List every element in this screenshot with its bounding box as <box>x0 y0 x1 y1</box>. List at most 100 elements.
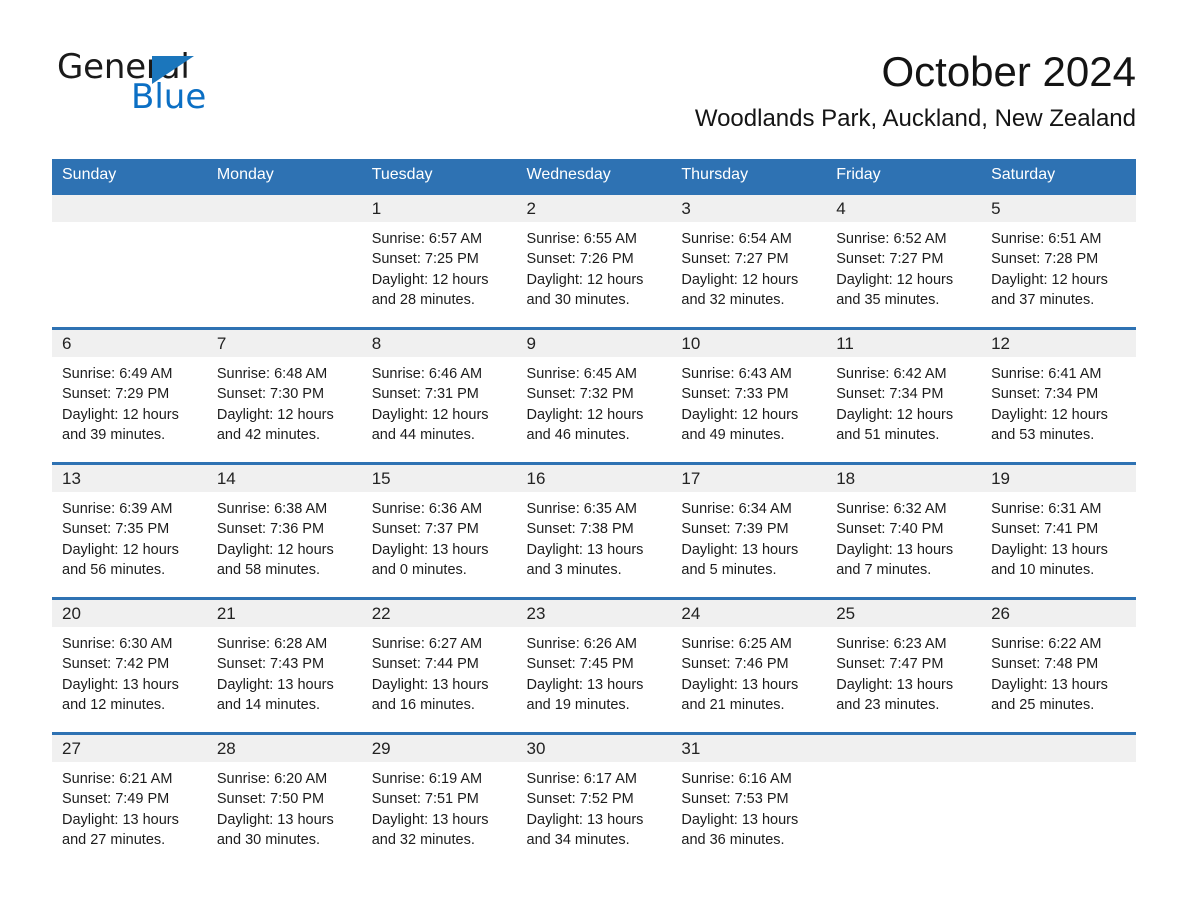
daylight-text-line1: Daylight: 12 hours <box>836 406 954 423</box>
day-number: 31 <box>681 739 701 758</box>
calendar-day-cell[interactable]: 16 Sunrise: 6:35 AM Sunset: 7:38 PM Dayl… <box>516 462 672 599</box>
sunset-text: Sunset: 7:43 PM <box>216 656 325 673</box>
calendar-day-cell[interactable]: 15 Sunrise: 6:36 AM Sunset: 7:37 PM Dayl… <box>361 462 517 599</box>
sunrise-text: Sunrise: 6:16 AM <box>681 771 792 787</box>
sunrise-text: Sunrise: 6:55 AM <box>526 231 637 247</box>
day-details: Sunrise: 6:57 AM Sunset: 7:25 PM Dayligh… <box>362 222 517 310</box>
daylight-text-line1: Daylight: 12 hours <box>991 271 1108 288</box>
daylight-text-line1: Daylight: 13 hours <box>526 541 644 558</box>
calendar-day-cell[interactable]: 24 Sunrise: 6:25 AM Sunset: 7:46 PM Dayl… <box>671 597 827 734</box>
calendar-day-cell[interactable]: 20 Sunrise: 6:30 AM Sunset: 7:42 PM Dayl… <box>52 597 207 734</box>
calendar-day-cell[interactable]: 1 Sunrise: 6:57 AM Sunset: 7:25 PM Dayli… <box>361 192 517 329</box>
calendar-day-cell[interactable]: 17 Sunrise: 6:34 AM Sunset: 7:39 PM Dayl… <box>671 462 827 599</box>
calendar-day-cell[interactable]: 3 Sunrise: 6:54 AM Sunset: 7:27 PM Dayli… <box>671 192 827 329</box>
calendar-day-cell[interactable]: 18 Sunrise: 6:32 AM Sunset: 7:40 PM Dayl… <box>826 462 982 599</box>
day-details: Sunrise: 6:21 AM Sunset: 7:49 PM Dayligh… <box>52 762 207 850</box>
calendar-day-cell[interactable]: 29 Sunrise: 6:19 AM Sunset: 7:51 PM Dayl… <box>361 732 517 867</box>
sunset-text: Sunset: 7:33 PM <box>681 386 789 403</box>
calendar-day-cell[interactable]: 21 Sunrise: 6:28 AM Sunset: 7:43 PM Dayl… <box>206 597 362 734</box>
day-details: Sunrise: 6:20 AM Sunset: 7:50 PM Dayligh… <box>207 762 362 850</box>
calendar-day-cell[interactable]: 12 Sunrise: 6:41 AM Sunset: 7:34 PM Dayl… <box>981 327 1136 464</box>
day-details: Sunrise: 6:45 AM Sunset: 7:32 PM Dayligh… <box>517 357 672 445</box>
calendar-day-cell[interactable]: 4 Sunrise: 6:52 AM Sunset: 7:27 PM Dayli… <box>826 192 982 329</box>
calendar-day-cell[interactable]: 13 Sunrise: 6:39 AM Sunset: 7:35 PM Dayl… <box>52 462 207 599</box>
calendar-day-cell[interactable]: 25 Sunrise: 6:23 AM Sunset: 7:47 PM Dayl… <box>826 597 982 734</box>
day-number-band: 30 <box>516 735 672 762</box>
calendar-day-cell[interactable]: 14 Sunrise: 6:38 AM Sunset: 7:36 PM Dayl… <box>206 462 362 599</box>
day-number: 30 <box>526 739 546 758</box>
day-number-band <box>826 735 982 762</box>
daylight-text-line2: and 56 minutes. <box>62 561 166 578</box>
day-details: Sunrise: 6:48 AM Sunset: 7:30 PM Dayligh… <box>207 357 362 445</box>
daylight-text-line1: Daylight: 13 hours <box>836 541 954 558</box>
calendar-day-cell[interactable]: 30 Sunrise: 6:17 AM Sunset: 7:52 PM Dayl… <box>516 732 672 867</box>
day-details: Sunrise: 6:22 AM Sunset: 7:48 PM Dayligh… <box>981 627 1136 715</box>
daylight-text-line2: and 21 minutes. <box>681 696 785 713</box>
day-details: Sunrise: 6:35 AM Sunset: 7:38 PM Dayligh… <box>517 492 672 580</box>
calendar-day-cell[interactable]: 19 Sunrise: 6:31 AM Sunset: 7:41 PM Dayl… <box>981 462 1136 599</box>
daylight-text-line1: Daylight: 13 hours <box>991 541 1108 558</box>
sunset-text: Sunset: 7:41 PM <box>991 521 1099 538</box>
page-title: October 2024 <box>881 48 1136 95</box>
calendar-day-cell[interactable]: 7 Sunrise: 6:48 AM Sunset: 7:30 PM Dayli… <box>206 327 362 464</box>
calendar-day-cell[interactable]: 2 Sunrise: 6:55 AM Sunset: 7:26 PM Dayli… <box>516 192 672 329</box>
weekday-header-tuesday: Tuesday <box>361 159 517 194</box>
calendar-grid: Sunday Monday Tuesday Wednesday Thursday… <box>52 159 1136 867</box>
day-number-band <box>981 735 1136 762</box>
daylight-text-line1: Daylight: 12 hours <box>371 406 489 423</box>
calendar-week-row: 20 Sunrise: 6:30 AM Sunset: 7:42 PM Dayl… <box>52 597 1136 734</box>
daylight-text-line2: and 27 minutes. <box>62 831 166 848</box>
day-details: Sunrise: 6:46 AM Sunset: 7:31 PM Dayligh… <box>362 357 517 445</box>
sunrise-text: Sunrise: 6:22 AM <box>991 636 1102 652</box>
daylight-text-line2: and 44 minutes. <box>371 426 475 443</box>
daylight-text-line1: Daylight: 13 hours <box>216 811 334 828</box>
sunrise-text: Sunrise: 6:20 AM <box>216 771 328 787</box>
calendar-day-cell[interactable]: 22 Sunrise: 6:27 AM Sunset: 7:44 PM Dayl… <box>361 597 517 734</box>
daylight-text-line2: and 16 minutes. <box>371 696 475 713</box>
calendar-day-cell <box>52 192 207 329</box>
day-number: 24 <box>681 604 701 623</box>
generalblue-logo[interactable]: General Blue <box>57 50 257 114</box>
daylight-text-line2: and 25 minutes. <box>991 696 1095 713</box>
day-number: 2 <box>526 199 536 218</box>
day-number-band: 11 <box>826 330 982 357</box>
day-number-band: 14 <box>206 465 362 492</box>
calendar-day-cell[interactable]: 23 Sunrise: 6:26 AM Sunset: 7:45 PM Dayl… <box>516 597 672 734</box>
day-number: 15 <box>371 469 391 488</box>
calendar-day-cell[interactable]: 8 Sunrise: 6:46 AM Sunset: 7:31 PM Dayli… <box>361 327 517 464</box>
sunset-text: Sunset: 7:49 PM <box>62 791 170 808</box>
sunset-text: Sunset: 7:50 PM <box>216 791 325 808</box>
daylight-text-line1: Daylight: 12 hours <box>371 271 489 288</box>
day-number-band: 18 <box>826 465 982 492</box>
calendar-day-cell[interactable]: 5 Sunrise: 6:51 AM Sunset: 7:28 PM Dayli… <box>981 192 1136 329</box>
day-number-band: 8 <box>361 330 517 357</box>
sunrise-text: Sunrise: 6:23 AM <box>836 636 947 652</box>
sunrise-text: Sunrise: 6:21 AM <box>62 771 173 787</box>
calendar-table: Sunday Monday Tuesday Wednesday Thursday… <box>52 159 1136 867</box>
calendar-day-cell[interactable]: 11 Sunrise: 6:42 AM Sunset: 7:34 PM Dayl… <box>826 327 982 464</box>
sunset-text: Sunset: 7:40 PM <box>836 521 944 538</box>
day-details: Sunrise: 6:25 AM Sunset: 7:46 PM Dayligh… <box>671 627 826 715</box>
calendar-day-cell[interactable]: 9 Sunrise: 6:45 AM Sunset: 7:32 PM Dayli… <box>516 327 672 464</box>
day-number-band: 25 <box>826 600 982 627</box>
calendar-day-cell[interactable]: 28 Sunrise: 6:20 AM Sunset: 7:50 PM Dayl… <box>206 732 362 867</box>
sunrise-text: Sunrise: 6:39 AM <box>62 501 173 517</box>
calendar-day-cell[interactable]: 6 Sunrise: 6:49 AM Sunset: 7:29 PM Dayli… <box>52 327 207 464</box>
sunset-text: Sunset: 7:36 PM <box>216 521 325 538</box>
day-details <box>207 222 362 229</box>
daylight-text-line1: Daylight: 13 hours <box>836 676 954 693</box>
calendar-day-cell[interactable]: 27 Sunrise: 6:21 AM Sunset: 7:49 PM Dayl… <box>52 732 207 867</box>
day-details: Sunrise: 6:42 AM Sunset: 7:34 PM Dayligh… <box>826 357 981 445</box>
sunrise-text: Sunrise: 6:42 AM <box>836 366 947 382</box>
daylight-text-line2: and 3 minutes. <box>526 561 622 578</box>
sunset-text: Sunset: 7:25 PM <box>371 251 479 268</box>
calendar-day-cell[interactable]: 31 Sunrise: 6:16 AM Sunset: 7:53 PM Dayl… <box>671 732 827 867</box>
sunset-text: Sunset: 7:34 PM <box>836 386 944 403</box>
calendar-day-cell[interactable]: 10 Sunrise: 6:43 AM Sunset: 7:33 PM Dayl… <box>671 327 827 464</box>
day-details: Sunrise: 6:51 AM Sunset: 7:28 PM Dayligh… <box>981 222 1136 310</box>
calendar-day-cell[interactable]: 26 Sunrise: 6:22 AM Sunset: 7:48 PM Dayl… <box>981 597 1136 734</box>
day-details: Sunrise: 6:38 AM Sunset: 7:36 PM Dayligh… <box>207 492 362 580</box>
daylight-text-line1: Daylight: 13 hours <box>681 541 799 558</box>
day-number: 11 <box>836 334 854 353</box>
day-number-band: 28 <box>206 735 362 762</box>
